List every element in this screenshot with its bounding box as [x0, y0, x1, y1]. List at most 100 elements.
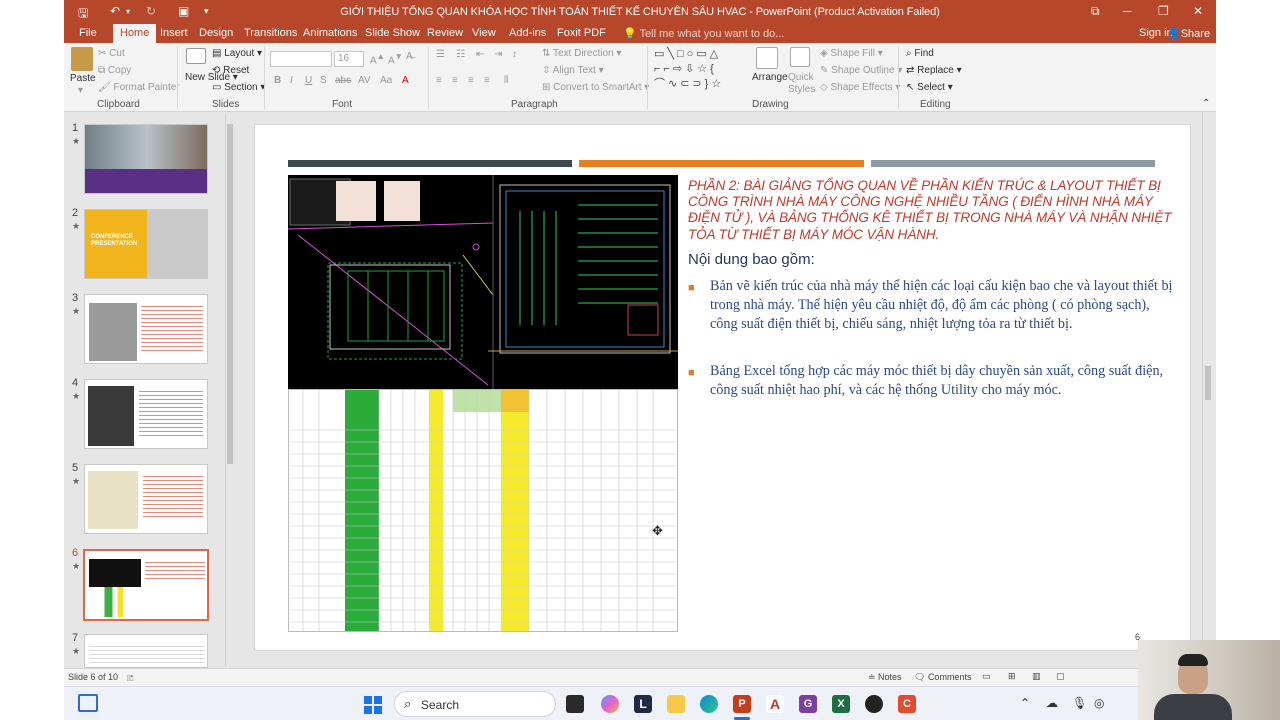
slide-thumbnail-7[interactable] [84, 634, 208, 668]
slide-6[interactable]: PHẦN 2: BÀI GIẢNG TỔNG QUAN VỀ PHẦN KIẾN… [254, 124, 1191, 651]
spell-check-icon[interactable]: 🗈 [127, 671, 134, 686]
powerpoint-taskbar-icon[interactable]: P [733, 695, 751, 713]
reset-button[interactable]: ⟲ Reset [212, 65, 249, 76]
share-button[interactable]: 👤Share [1167, 27, 1210, 40]
quick-styles-button[interactable]: Quick Styles [788, 72, 816, 96]
section-button[interactable]: ▭ Section ▾ [212, 82, 265, 93]
close-icon[interactable]: ✕ [1193, 4, 1203, 18]
slide-thumbnail-1[interactable] [84, 124, 208, 194]
shape-effects-button[interactable]: ◇ Shape Effects ▾ [820, 82, 900, 93]
slide-thumbnail-2[interactable]: CONFERENCE PRESENTATION [84, 209, 208, 279]
shadow-button[interactable]: S [320, 75, 327, 86]
normal-view-icon[interactable]: ▭ [982, 671, 991, 682]
align-right-button[interactable]: ≡ [468, 75, 474, 86]
align-left-button[interactable]: ≡ [436, 75, 442, 86]
tab-review[interactable]: Review [427, 27, 463, 39]
tab-design[interactable]: Design [199, 27, 233, 39]
tab-insert[interactable]: Insert [160, 27, 188, 39]
select-button[interactable]: ↖ Select ▾ [906, 82, 953, 93]
slide-thumbnail-6[interactable] [83, 549, 209, 621]
shrink-font-button[interactable]: A▼ [388, 51, 403, 66]
tab-transitions[interactable]: Transitions [244, 27, 297, 39]
format-painter-button[interactable]: 🖌 Format Painter [98, 82, 180, 93]
acrobat-icon[interactable]: A [766, 695, 784, 713]
quick-styles-icon[interactable] [790, 47, 810, 67]
underline-button[interactable]: U [305, 75, 312, 86]
char-spacing-button[interactable]: AV [358, 75, 371, 86]
text-direction-button[interactable]: ⇅ Text Direction ▾ [542, 48, 621, 59]
arrange-button[interactable]: Arrange [752, 72, 788, 83]
italic-button[interactable]: I [290, 75, 293, 86]
columns-button[interactable]: ⫴ [504, 75, 508, 86]
excel-equipment-table-image[interactable] [288, 389, 678, 632]
replace-button[interactable]: ⇄ Replace ▾ [906, 65, 962, 76]
app-l-icon[interactable]: L [634, 695, 652, 713]
tab-foxit-pdf[interactable]: Foxit PDF [557, 27, 606, 39]
shape-fill-button[interactable]: ◈ Shape Fill ▾ [820, 48, 883, 59]
paste-icon[interactable] [71, 47, 93, 71]
bullets-button[interactable]: ☰ [436, 49, 445, 60]
clear-formatting-button[interactable]: A̶ [406, 51, 413, 62]
align-text-button[interactable]: ⇳ Align Text ▾ [542, 65, 604, 76]
reading-view-icon[interactable]: ▥ [1032, 671, 1041, 682]
tab-home[interactable]: Home [113, 24, 157, 43]
convert-smartart-button[interactable]: ⊞ Convert to SmartArt ▾ [542, 82, 649, 93]
cut-button[interactable]: ✂ Cut [98, 48, 125, 59]
new-slide-icon[interactable] [186, 48, 206, 64]
tab-add-ins[interactable]: Add-ins [509, 27, 546, 39]
slideshow-view-icon[interactable]: ▢ [1056, 671, 1065, 682]
tray-chevron-icon[interactable]: ⌃ [1020, 696, 1030, 710]
increase-indent-button[interactable]: ⇥ [494, 49, 502, 60]
slide-thumbnail-3[interactable] [84, 294, 208, 364]
shapes-gallery[interactable]: ▭╲□○▭△ ⌐⌐⇨⇩☆{⌒∿⊂⊃}☆ [654, 47, 744, 95]
slide-sorter-icon[interactable]: ⊞ [1008, 671, 1016, 682]
change-case-button[interactable]: Aa [380, 75, 392, 86]
font-color-button[interactable]: A [402, 75, 409, 86]
align-center-button[interactable]: ≡ [452, 75, 458, 86]
file-explorer-icon[interactable] [667, 695, 685, 713]
copy-button[interactable]: ⧉ Copy [98, 65, 131, 76]
tab-file[interactable]: File [79, 27, 97, 39]
network-icon[interactable]: ◎ [1094, 696, 1104, 710]
tab-slide-show[interactable]: Slide Show [365, 27, 420, 39]
collapse-ribbon-icon[interactable]: ⌃ [1202, 98, 1210, 109]
slide-thumbnail-5[interactable] [84, 464, 208, 534]
taskbar-search[interactable]: ⌕ Search [394, 691, 556, 717]
layout-button[interactable]: ▤ Layout ▾ [212, 48, 262, 59]
copilot-icon[interactable] [601, 695, 619, 713]
excel-icon[interactable]: X [832, 695, 850, 713]
comments-button[interactable]: 🗨 Comments [914, 672, 971, 683]
slide-thumbnail-4[interactable] [84, 379, 208, 449]
thumbnail-scrollbar[interactable] [225, 114, 234, 666]
paste-button[interactable]: Paste [70, 73, 96, 84]
start-icon[interactable] [364, 696, 382, 714]
grow-font-button[interactable]: A▲ [370, 51, 385, 66]
tab-animations[interactable]: Animations [303, 27, 357, 39]
app-g-icon[interactable]: G [799, 695, 817, 713]
cad-layout-image[interactable] [288, 175, 678, 389]
edge-icon[interactable] [700, 695, 718, 713]
app-c-icon[interactable]: C [898, 695, 916, 713]
numbering-button[interactable]: ☷ [456, 49, 465, 60]
strikethrough-button[interactable]: abc [335, 75, 351, 86]
decrease-indent-button[interactable]: ⇤ [476, 49, 484, 60]
tell-me-search[interactable]: 💡 Tell me what you want to do... [623, 27, 784, 40]
bold-button[interactable]: B [274, 75, 281, 86]
task-view-icon[interactable] [566, 695, 584, 713]
ribbon-display-options-icon[interactable]: ⧉ [1091, 4, 1100, 19]
canvas-scrollbar[interactable] [1202, 112, 1213, 668]
widgets-icon[interactable] [78, 694, 98, 712]
arrange-icon[interactable] [756, 47, 778, 69]
font-size-box[interactable]: 16 [334, 51, 364, 67]
media-player-icon[interactable] [865, 695, 883, 713]
find-button[interactable]: ⌕ Find [906, 48, 934, 59]
restore-icon[interactable]: ❐ [1158, 4, 1169, 18]
tab-view[interactable]: View [472, 27, 496, 39]
font-name-box[interactable] [270, 51, 332, 67]
minimize-icon[interactable]: ─ [1123, 4, 1132, 18]
cloud-icon[interactable]: ☁ [1046, 696, 1058, 710]
line-spacing-button[interactable]: ↕ [512, 49, 517, 60]
notes-button[interactable]: ≐ Notes [868, 672, 902, 683]
microphone-icon[interactable]: 🎙 [1072, 696, 1087, 710]
shape-outline-button[interactable]: ✎ Shape Outline ▾ [820, 65, 902, 76]
